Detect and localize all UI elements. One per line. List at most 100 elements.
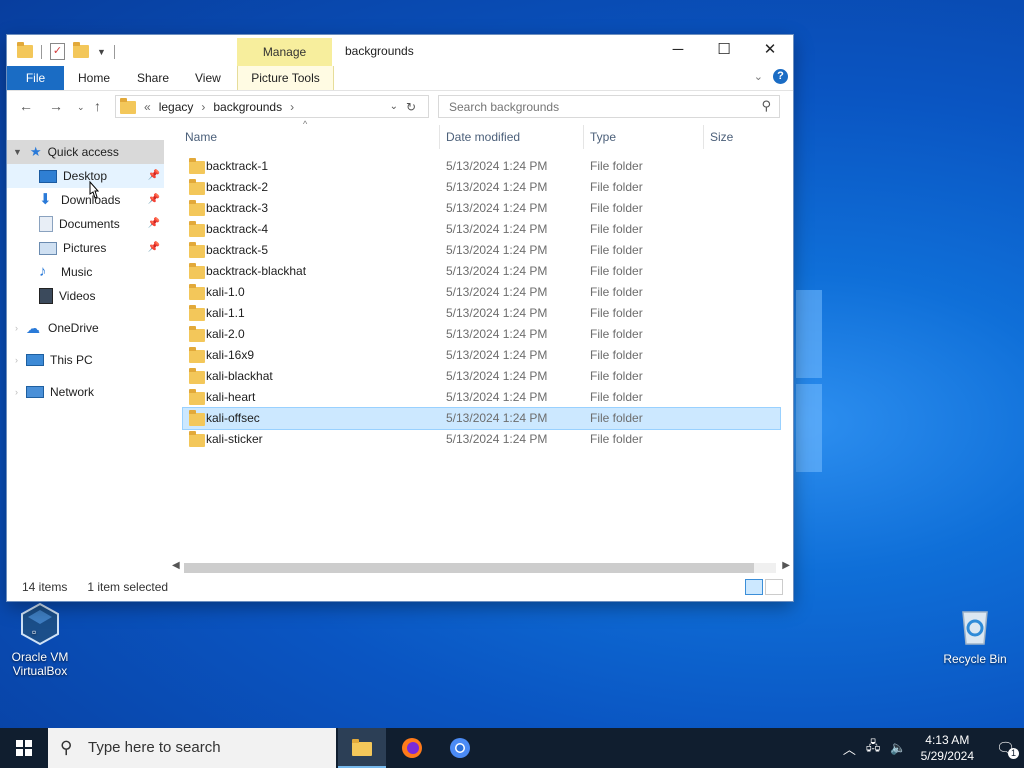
column-header-date[interactable]: Date modified: [440, 125, 584, 149]
folder-icon: [189, 263, 205, 279]
back-arrow-icon[interactable]: ←: [19, 98, 33, 114]
new-folder-icon[interactable]: [73, 42, 89, 58]
chevron-up-icon[interactable]: ︿: [843, 739, 856, 758]
table-row[interactable]: kali-2.0 5/13/2024 1:24 PM File folder: [183, 324, 780, 345]
taskbar-firefox[interactable]: [388, 728, 436, 768]
file-date: 5/13/2024 1:24 PM: [446, 285, 548, 299]
scroll-right-icon[interactable]: ▶: [782, 560, 790, 571]
properties-icon[interactable]: ✓: [50, 43, 65, 60]
tab-picture-tools[interactable]: Picture Tools: [237, 66, 334, 90]
table-row[interactable]: backtrack-3 5/13/2024 1:24 PM File folder: [183, 198, 780, 219]
taskbar-search[interactable]: ⚲ Type here to search: [48, 728, 336, 768]
forward-arrow-icon[interactable]: →: [49, 98, 63, 114]
sidebar-item-network[interactable]: › Network: [15, 381, 94, 403]
pin-icon[interactable]: 📌: [148, 189, 160, 211]
horizontal-scrollbar[interactable]: ◀ ▶: [170, 560, 790, 576]
chevron-right-icon[interactable]: ›: [15, 349, 18, 371]
expand-ribbon-icon[interactable]: ⌄: [754, 70, 763, 83]
table-row[interactable]: kali-1.0 5/13/2024 1:24 PM File folder: [183, 282, 780, 303]
title-bar: ✓ ▼ Manage backgrounds ─ ☐ ✕: [7, 35, 793, 66]
chevron-right-icon[interactable]: ›: [15, 317, 18, 339]
help-icon[interactable]: ?: [773, 69, 788, 84]
address-bar[interactable]: « legacy › backgrounds › ⌄ ↻: [115, 95, 429, 118]
file-type: File folder: [590, 369, 643, 383]
address-dropdown-icon[interactable]: ⌄: [390, 101, 398, 112]
breadcrumb-backgrounds[interactable]: backgrounds: [213, 100, 282, 114]
file-date: 5/13/2024 1:24 PM: [446, 180, 548, 194]
folder-icon: [189, 179, 205, 195]
sidebar-item-label: Pictures: [63, 241, 107, 255]
column-header-name[interactable]: Name: [179, 125, 440, 149]
file-type: File folder: [590, 180, 643, 194]
table-row[interactable]: backtrack-blackhat 5/13/2024 1:24 PM File …: [183, 261, 780, 282]
breadcrumb-legacy[interactable]: legacy: [159, 100, 194, 114]
chevron-right-icon[interactable]: ›: [15, 381, 18, 403]
table-row[interactable]: kali-1.1 5/13/2024 1:24 PM File folder: [183, 303, 780, 324]
details-view-icon[interactable]: [745, 579, 763, 595]
search-box[interactable]: ⚲: [438, 95, 780, 118]
pin-icon[interactable]: 📌: [148, 237, 160, 259]
table-row[interactable]: kali-blackhat 5/13/2024 1:24 PM File folde…: [183, 366, 780, 387]
start-button[interactable]: [0, 728, 48, 768]
table-row[interactable]: kali-offsec 5/13/2024 1:24 PM File folder: [182, 407, 781, 430]
table-row[interactable]: kali-16x9 5/13/2024 1:24 PM File folder: [183, 345, 780, 366]
minimize-button[interactable]: ─: [655, 35, 701, 66]
scroll-left-icon[interactable]: ◀: [172, 560, 180, 571]
sidebar-item-pictures[interactable]: Pictures 📌: [39, 237, 164, 259]
table-row[interactable]: backtrack-2 5/13/2024 1:24 PM File folder: [183, 177, 780, 198]
address-overflow[interactable]: «: [144, 100, 151, 114]
tab-file[interactable]: File: [7, 66, 64, 90]
file-date: 5/13/2024 1:24 PM: [446, 306, 548, 320]
navigation-pane: ▼ ★ Quick access Desktop 📌 ⬇ Downloads 📌…: [7, 140, 167, 570]
table-row[interactable]: backtrack-4 5/13/2024 1:24 PM File folder: [183, 219, 780, 240]
sidebar-item-videos[interactable]: Videos: [39, 285, 95, 307]
nav-quick-access-row[interactable]: ▼ ★ Quick access: [13, 141, 119, 163]
folder-icon: [17, 42, 33, 58]
desktop-icon-recycle-bin[interactable]: Recycle Bin: [935, 604, 1015, 666]
virtualbox-icon: ▫: [18, 602, 62, 646]
maximize-button[interactable]: ☐: [701, 35, 747, 66]
network-icon[interactable]: 🖧: [866, 737, 881, 759]
file-name: backtrack-blackhat: [206, 264, 307, 278]
table-row[interactable]: kali-sticker 5/13/2024 1:24 PM File folder: [183, 429, 780, 450]
tab-share[interactable]: Share: [137, 66, 169, 90]
chevron-down-icon[interactable]: ▼: [13, 141, 22, 163]
taskbar-chromium[interactable]: [436, 728, 484, 768]
desktop-icon-virtualbox[interactable]: ▫ Oracle VM VirtualBox: [0, 602, 80, 678]
sidebar-item-desktop[interactable]: Desktop 📌: [39, 165, 164, 187]
videos-icon: [39, 288, 53, 304]
sidebar-item-music[interactable]: ♪ Music: [39, 261, 92, 283]
large-icons-view-icon[interactable]: [765, 579, 783, 595]
refresh-icon[interactable]: ↻: [406, 100, 416, 114]
recent-locations-icon[interactable]: ⌄: [77, 102, 85, 113]
chevron-down-icon[interactable]: ▼: [97, 47, 106, 57]
table-row[interactable]: backtrack-1 5/13/2024 1:24 PM File folder: [183, 156, 780, 177]
up-arrow-icon[interactable]: ↑: [94, 98, 101, 114]
manage-context-tab[interactable]: Manage: [237, 38, 332, 66]
volume-muted-icon[interactable]: 🔈: [890, 740, 906, 756]
clock[interactable]: 4:13 AM 5/29/2024: [921, 732, 974, 764]
pin-icon[interactable]: 📌: [148, 165, 160, 187]
window-title: backgrounds: [345, 44, 414, 58]
tab-view[interactable]: View: [195, 66, 221, 90]
search-input[interactable]: [447, 96, 751, 117]
sidebar-item-downloads[interactable]: ⬇ Downloads 📌: [39, 189, 164, 211]
scroll-thumb[interactable]: [184, 563, 754, 573]
pin-icon[interactable]: 📌: [148, 213, 160, 235]
file-date: 5/13/2024 1:24 PM: [446, 243, 548, 257]
sidebar-item-documents[interactable]: Documents 📌: [39, 213, 164, 235]
tab-home[interactable]: Home: [78, 66, 110, 90]
search-icon[interactable]: ⚲: [761, 98, 771, 114]
sidebar-item-this-pc[interactable]: › This PC: [15, 349, 93, 371]
folder-icon: [189, 221, 205, 237]
column-header-size[interactable]: Size: [704, 125, 782, 149]
notifications-button[interactable]: 🗨 1: [988, 728, 1024, 768]
column-header-type[interactable]: Type: [584, 125, 704, 149]
table-row[interactable]: backtrack-5 5/13/2024 1:24 PM File folder: [183, 240, 780, 261]
taskbar-file-explorer[interactable]: [338, 728, 386, 768]
clock-date: 5/29/2024: [920, 749, 974, 763]
quick-access-toolbar: ✓ ▼: [17, 42, 115, 60]
table-row[interactable]: kali-heart 5/13/2024 1:24 PM File folder: [183, 387, 780, 408]
close-button[interactable]: ✕: [747, 35, 793, 66]
sidebar-item-onedrive[interactable]: › ☁ OneDrive: [15, 317, 99, 339]
